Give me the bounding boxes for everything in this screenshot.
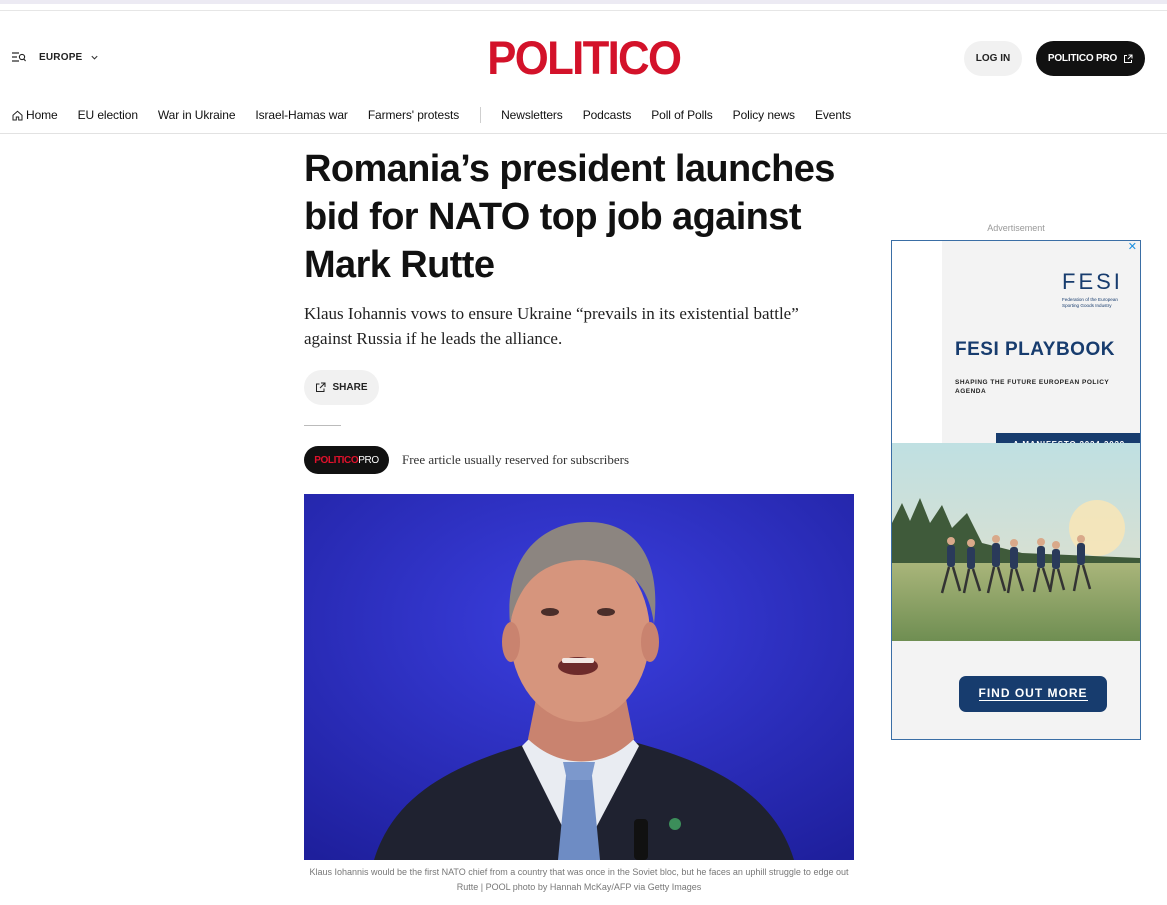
nav-item-podcasts[interactable]: Podcasts	[583, 108, 632, 122]
portrait-illustration	[304, 494, 854, 860]
share-button[interactable]: SHARE	[304, 370, 379, 405]
share-icon	[316, 382, 326, 392]
article-dek: Klaus Iohannis vows to ensure Ukraine “p…	[304, 304, 799, 348]
photo-caption: Klaus Iohannis would be the first NATO c…	[309, 867, 849, 892]
article-photo	[304, 494, 854, 860]
top-divider	[0, 10, 1167, 11]
nav-item-war-in-ukraine[interactable]: War in Ukraine	[158, 108, 236, 122]
politico-pro-label: POLITICO PRO	[1047, 53, 1118, 64]
ad-runners-photo	[892, 443, 1140, 641]
ad-white-panel	[892, 241, 942, 443]
ad-subtitle: SHAPING THE FUTURE EUROPEAN POLICY AGEND…	[955, 379, 1110, 395]
politico-pro-button[interactable]: POLITICO PRO	[1036, 41, 1145, 76]
nav-item-poll-of-polls[interactable]: Poll of Polls	[651, 108, 713, 122]
home-icon	[12, 110, 23, 120]
find-out-more-label: FIND OUT MORE	[978, 686, 1088, 701]
nav-item-israel-hamas-war[interactable]: Israel-Hamas war	[255, 108, 348, 122]
nav-item-farmers-protests[interactable]: Farmers' protests	[368, 108, 459, 122]
fesi-logo-subtitle: Federation of the European Sporting Good…	[1062, 297, 1118, 308]
share-label: SHARE	[332, 382, 368, 393]
nav-item-events[interactable]: Events	[815, 108, 851, 122]
nav-item-newsletters[interactable]: Newsletters	[501, 108, 563, 122]
nav-label: Home	[26, 108, 58, 122]
find-out-more-button[interactable]: FIND OUT MORE	[959, 676, 1107, 712]
pro-badge-pro: PRO	[358, 454, 379, 466]
ad-title: FESI PLAYBOOK	[955, 339, 1115, 360]
nav-item-policy-news[interactable]: Policy news	[733, 108, 795, 122]
fesi-logo: FESI	[1062, 269, 1123, 294]
fesi-advertisement[interactable]: ✕ FESI Federation of the European Sporti…	[891, 240, 1141, 740]
short-divider	[304, 425, 341, 426]
politico-pro-badge[interactable]: POLITICO PRO	[304, 446, 389, 474]
nav-divider	[0, 133, 1167, 134]
top-strip	[0, 0, 1167, 4]
nav-item-home[interactable]: Home	[12, 108, 58, 122]
ad-close-icon[interactable]: ✕	[1128, 242, 1137, 253]
main-nav: Home EU election War in Ukraine Israel-H…	[12, 106, 871, 124]
nav-separator	[480, 107, 482, 123]
login-button[interactable]: LOG IN	[964, 41, 1022, 76]
pro-badge-brand: POLITICO	[314, 454, 359, 466]
advertisement-label: Advertisement	[987, 223, 1045, 233]
article-headline: Romania’s president launches bid for NAT…	[304, 148, 835, 286]
nav-item-eu-election[interactable]: EU election	[78, 108, 138, 122]
free-article-note: Free article usually reserved for subscr…	[402, 452, 630, 467]
external-link-icon	[1124, 54, 1133, 63]
